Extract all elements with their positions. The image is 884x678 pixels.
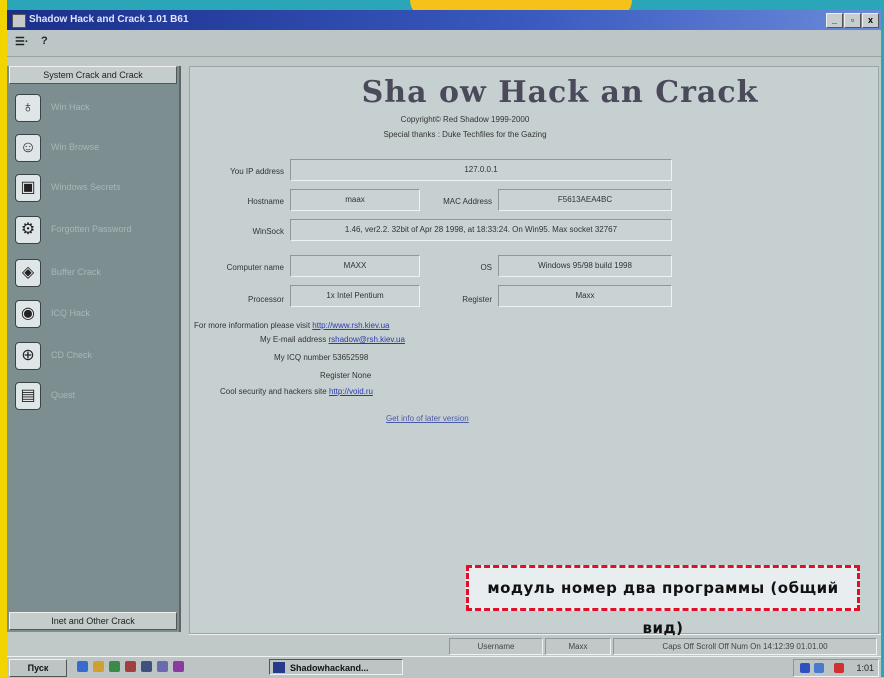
sidebar-item-buffer-crack[interactable]: ◈ Buffer Crack [15,259,175,289]
email-line: My E-mail address rshadow@rsh.kiev.ua [260,335,405,344]
sidebar-item-label: Windows Secrets [51,182,121,192]
sidebar-item-windows-secrets[interactable]: ▣ Windows Secrets [15,174,175,204]
taskbar-app-button[interactable]: Shadowhackand... [269,659,403,675]
site-label: Cool security and hackers site [220,387,327,396]
later-version-link[interactable]: Get info of later version [386,414,469,423]
shield-icon: ◈ [15,259,41,287]
network-icon: ⚙ [15,216,41,244]
quicklaunch-tool-icon[interactable] [173,661,184,672]
ip-field: 127.0.0.1 [290,159,672,181]
website-link[interactable]: http://www.rsh.kiev.ua [312,321,389,330]
sidebar: System Crack and Crack ♁ Win Hack ☺ Win … [7,66,181,632]
globe-icon: ◉ [15,300,41,328]
email-link[interactable]: rshadow@rsh.kiev.ua [328,335,404,344]
sidebar-item-label: Win Hack [51,102,90,112]
people-icon: ☺ [15,134,41,162]
start-button[interactable]: Пуск [9,659,67,677]
mac-label: MAC Address [443,197,492,206]
processor-label: Processor [247,295,284,304]
tray-volume-icon[interactable] [834,663,844,673]
quicklaunch-media-icon[interactable] [157,661,168,672]
status-username-value: Maxx [545,638,611,655]
winsock-field: 1.46, ver2.2. 32bit of Apr 28 1998, at 1… [290,219,672,241]
register-status-label: Register [320,371,350,380]
mac-field: F5613AEA4BC [498,189,672,211]
tray-clock: 1:01 [856,663,874,673]
tray-language-icon[interactable] [814,663,824,673]
close-button[interactable]: x [862,13,879,28]
computer-name-label: Computer name [226,263,284,272]
tray-network-icon[interactable] [800,663,810,673]
menu-help[interactable]: ? [41,35,48,47]
dial-icon: ⊕ [15,342,41,370]
sidebar-item-label: CD Check [51,350,93,360]
winsock-label: WinSock [252,227,284,236]
sidebar-header-button[interactable]: System Crack and Crack [9,66,177,84]
site-line: Cool security and hackers site http://vo… [220,387,373,396]
page-title: Sha ow Hack an Crack [361,75,759,110]
icq-line: My ICQ number 53652598 [274,353,368,362]
system-tray: 1:01 [793,659,879,677]
main-panel: Sha ow Hack an Crack Copyright© Red Shad… [189,66,879,634]
hostname-field: maax [290,189,420,211]
sidebar-item-win-hack[interactable]: ♁ Win Hack [15,94,175,124]
quicklaunch-desktop-icon[interactable] [109,661,120,672]
sidebar-footer-button[interactable]: Inet and Other Crack [9,612,177,630]
sidebar-item-win-browse[interactable]: ☺ Win Browse [15,134,175,164]
app-icon[interactable] [12,14,26,28]
ip-label: You IP address [230,167,284,176]
email-label: My E-mail address [260,335,327,344]
quicklaunch-mail-icon[interactable] [141,661,152,672]
register-field: Maxx [498,285,672,307]
status-username-label: Username [449,638,543,655]
copyright-text: Copyright© Red Shadow 1999-2000 [400,115,530,124]
computer-name-field: MAXX [290,255,420,277]
processor-field: 1x Intel Pentium [290,285,420,307]
menu-bar: ☰· ? [7,30,881,57]
document-icon: ▤ [15,382,41,410]
sidebar-item-icq-hack[interactable]: ◉ ICQ Hack [15,300,175,330]
magazine-left-border [0,0,7,677]
quicklaunch-folder-icon[interactable] [93,661,104,672]
quicklaunch-ie-icon[interactable] [77,661,88,672]
sidebar-item-cd-check[interactable]: ⊕ CD Check [15,342,175,372]
window-title: Shadow Hack and Crack 1.01 B61 [29,14,189,25]
window-controls: _ ▫ x [826,13,879,28]
sidebar-item-label: Win Browse [51,142,100,152]
more-info-line: For more information please visit http:/… [194,321,390,330]
register-status-value: None [352,371,372,380]
register-status-line: Register None [320,371,371,380]
quicklaunch-app-icon[interactable] [125,661,136,672]
app-window-icon [273,662,285,673]
site-link[interactable]: http://void.ru [329,387,373,396]
sidebar-item-quest[interactable]: ▤ Quest [15,382,175,412]
status-bar: Username Maxx Caps Off Scroll Off Num On… [189,634,881,657]
thanks-text: Special thanks : Duke Techfiles for the … [383,130,547,139]
title-bar[interactable]: Shadow Hack and Crack 1.01 B61 _ ▫ x [7,10,881,30]
icq-label: My ICQ number [274,353,331,362]
sidebar-item-label: Buffer Crack [51,267,101,277]
more-info-label: For more information please visit [194,321,311,330]
sidebar-item-label: Forgotten Password [51,224,132,234]
icq-value: 53652598 [332,353,369,362]
register-label: Register [462,295,492,304]
os-label: OS [480,263,492,272]
sidebar-item-label: Quest [51,390,76,400]
caption-label: модуль номер два программы (общий вид) [466,565,860,637]
menu-main[interactable]: ☰· [15,35,29,48]
monitor-icon: ▣ [15,174,41,202]
minimize-button[interactable]: _ [826,13,843,28]
sidebar-item-forgotten-password[interactable]: ⚙ Forgotten Password [15,216,175,246]
taskbar-app-label: Shadowhackand... [290,663,369,673]
hostname-label: Hostname [247,197,284,206]
taskbar: Пуск Shadowhackand... 1:01 [7,656,881,678]
sidebar-item-label: ICQ Hack [51,308,91,318]
maximize-button[interactable]: ▫ [844,13,861,28]
stopwatch-icon: ♁ [15,94,41,122]
os-field: Windows 95/98 build 1998 [498,255,672,277]
